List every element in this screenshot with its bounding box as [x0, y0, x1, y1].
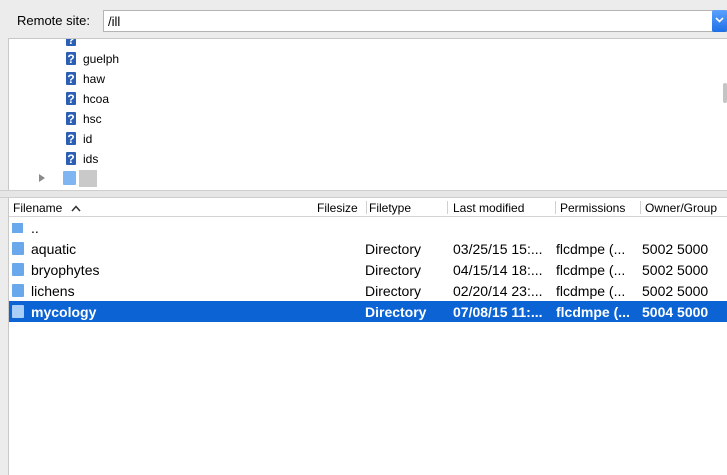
unknown-folder-icon: ? — [66, 52, 76, 66]
remote-site-input[interactable]: /ill — [103, 10, 727, 32]
unknown-folder-icon: ? — [66, 112, 76, 126]
tree-item-label: id — [83, 132, 93, 146]
file-modified: 07/08/15 11:... — [453, 304, 543, 320]
file-row[interactable]: lichens Directory 02/20/14 23:... flcdmp… — [9, 280, 727, 301]
tree-item-label: hcoa — [83, 92, 110, 106]
file-permissions: flcdmpe (... — [556, 304, 630, 320]
column-divider[interactable] — [640, 201, 641, 214]
folder-icon — [12, 305, 24, 318]
file-type: Directory — [365, 241, 422, 257]
file-permissions: flcdmpe (... — [556, 262, 626, 278]
tree-item[interactable]: ? ids — [9, 149, 709, 169]
file-name: mycology — [31, 304, 97, 320]
file-owner-group: 5004 5000 — [642, 304, 709, 320]
remote-site-dropdown-button[interactable] — [712, 10, 727, 32]
current-folder-highlight — [79, 170, 97, 187]
column-divider[interactable] — [555, 201, 556, 214]
file-row-selected[interactable]: mycology Directory 07/08/15 11:... flcdm… — [9, 301, 727, 322]
remote-site-bar: Remote site: /ill — [0, 0, 727, 36]
file-name: .. — [31, 220, 39, 236]
column-header-filesize[interactable]: Filesize — [317, 201, 358, 215]
file-row[interactable]: bryophytes Directory 04/15/14 18:... flc… — [9, 259, 727, 280]
file-modified: 02/20/14 23:... — [453, 283, 543, 299]
tree-item-label: guelph — [83, 52, 120, 66]
tree-scrollbar-thumb[interactable] — [723, 83, 727, 103]
folder-icon — [12, 263, 24, 276]
chevron-down-icon — [715, 17, 724, 23]
file-owner-group: 5002 5000 — [642, 241, 709, 257]
folder-icon — [12, 242, 24, 255]
tree-item-label: ids — [83, 152, 99, 166]
tree-item-label: hsc — [83, 112, 102, 126]
column-divider[interactable] — [447, 201, 448, 214]
remote-directory-tree[interactable]: ? ? guelph ? haw ? hcoa ? hsc ? id ? ids — [8, 38, 727, 190]
unknown-folder-icon: ? — [64, 39, 78, 47]
file-type: Directory — [365, 283, 422, 299]
tree-item-label: haw — [83, 72, 106, 86]
tree-item[interactable]: ? hcoa — [9, 89, 709, 109]
tree-item[interactable]: ? haw — [9, 69, 709, 89]
unknown-folder-icon: ? — [66, 152, 76, 166]
column-header-filename[interactable]: Filename — [13, 201, 81, 215]
tree-item[interactable]: ? hsc — [9, 109, 709, 129]
file-owner-group: 5002 5000 — [642, 283, 709, 299]
file-owner-group: 5002 5000 — [642, 262, 709, 278]
unknown-folder-icon: ? — [66, 72, 76, 86]
column-header-permissions[interactable]: Permissions — [560, 201, 625, 215]
remote-site-path: /ill — [108, 14, 121, 29]
panel-splitter[interactable] — [0, 190, 727, 198]
file-modified: 04/15/14 18:... — [453, 262, 543, 278]
disclosure-triangle-icon[interactable] — [39, 174, 45, 182]
remote-site-label: Remote site: — [17, 13, 90, 28]
remote-file-list[interactable]: Filename Filesize Filetype Last modified… — [8, 198, 727, 475]
file-list-header: Filename Filesize Filetype Last modified… — [9, 198, 727, 217]
file-name: lichens — [31, 283, 75, 299]
file-type: Directory — [365, 304, 427, 320]
file-name: bryophytes — [31, 262, 100, 278]
column-header-last-modified[interactable]: Last modified — [453, 201, 524, 215]
sort-ascending-icon — [71, 205, 81, 212]
tree-item-current[interactable] — [9, 169, 709, 189]
file-name: aquatic — [31, 241, 77, 257]
file-row[interactable]: aquatic Directory 03/25/15 15:... flcdmp… — [9, 238, 727, 259]
column-header-filetype[interactable]: Filetype — [369, 201, 411, 215]
tree-item[interactable]: ? guelph — [9, 49, 709, 69]
column-header-owner-group[interactable]: Owner/Group — [645, 201, 717, 215]
file-permissions: flcdmpe (... — [556, 241, 626, 257]
file-modified: 03/25/15 15:... — [453, 241, 543, 257]
folder-icon — [63, 171, 76, 185]
parent-directory-row[interactable]: .. — [9, 219, 727, 240]
file-permissions: flcdmpe (... — [556, 283, 626, 299]
folder-icon — [12, 223, 23, 233]
unknown-folder-icon: ? — [66, 92, 76, 106]
file-type: Directory — [365, 262, 422, 278]
folder-icon — [12, 284, 24, 297]
unknown-folder-icon: ? — [66, 132, 76, 146]
tree-item[interactable]: ? id — [9, 129, 709, 149]
column-divider[interactable] — [366, 201, 367, 214]
